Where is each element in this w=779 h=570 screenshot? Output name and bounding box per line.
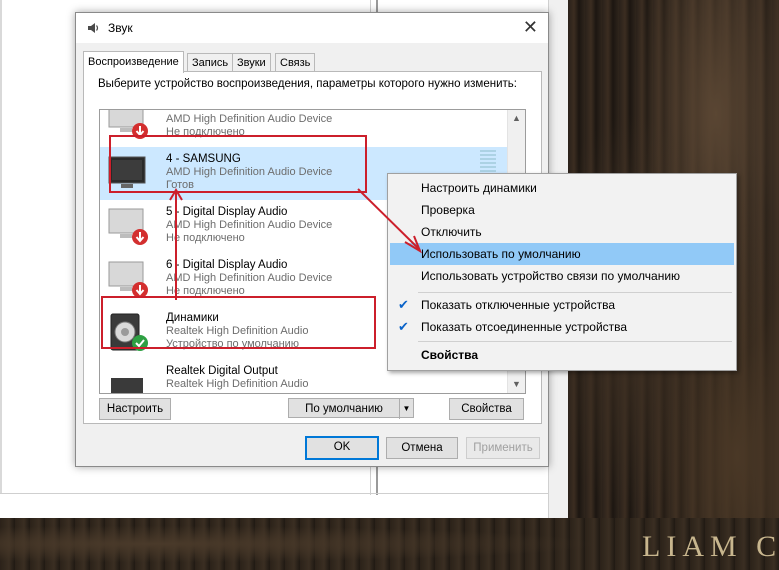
menu-item-configure-speakers[interactable]: Настроить динамики <box>390 177 734 199</box>
menu-item-properties[interactable]: Свойства <box>390 344 734 366</box>
dialog-title: Звук <box>108 21 133 35</box>
device-name: 6 - Digital Display Audio <box>166 259 288 271</box>
tab-recording[interactable]: Запись <box>187 53 234 72</box>
menu-item-label: Свойства <box>421 348 479 362</box>
cancel-button[interactable]: Отмена <box>386 437 458 459</box>
apply-button[interactable]: Применить <box>466 437 540 459</box>
checkmark-icon: ✔ <box>398 319 409 334</box>
menu-item-label: Проверка <box>421 203 475 217</box>
menu-item-set-default-communication[interactable]: Использовать устройство связи по умолчан… <box>390 265 734 287</box>
wallpaper-text: LIAM C <box>642 530 779 563</box>
background-divider-horizontal <box>0 493 568 494</box>
monitor-disconnected-icon <box>108 261 148 298</box>
set-default-label: По умолчанию <box>305 403 383 415</box>
configure-button[interactable]: Настроить <box>99 398 171 420</box>
context-menu: Настроить динамики Проверка Отключить Ис… <box>387 173 737 371</box>
menu-item-label: Показать отсоединенные устройства <box>421 320 628 334</box>
device-driver: AMD High Definition Audio Device <box>166 113 333 125</box>
highlight-box-speakers <box>101 296 376 349</box>
dialog-titlebar[interactable]: Звук ✕ <box>76 13 548 43</box>
speaker-icon <box>88 23 99 33</box>
device-name: Realtek Digital Output <box>166 365 278 377</box>
menu-item-label: Настроить динамики <box>421 181 537 195</box>
ok-button[interactable]: OK <box>305 436 379 460</box>
checkmark-icon: ✔ <box>398 297 409 312</box>
close-button[interactable]: ✕ <box>523 17 538 38</box>
scroll-down-arrow-icon[interactable]: ▼ <box>508 376 525 393</box>
monitor-disconnected-icon <box>108 208 148 245</box>
tab-playback[interactable]: Воспроизведение <box>83 51 184 73</box>
menu-separator <box>418 292 732 293</box>
device-status: Не подключено <box>166 232 245 244</box>
background-panel-edge <box>0 0 2 493</box>
device-name: 5 - Digital Display Audio <box>166 206 288 218</box>
device-driver: AMD High Definition Audio Device <box>166 219 333 231</box>
menu-item-set-default[interactable]: Использовать по умолчанию <box>390 243 734 265</box>
tab-communications[interactable]: Связь <box>275 53 316 72</box>
menu-item-disable[interactable]: Отключить <box>390 221 734 243</box>
instruction-text: Выберите устройство воспроизведения, пар… <box>98 78 517 90</box>
menu-item-label: Отключить <box>421 225 482 239</box>
highlight-box-samsung <box>109 135 367 193</box>
device-driver: AMD High Definition Audio Device <box>166 272 333 284</box>
device-driver: Realtek High Definition Audio <box>166 378 309 390</box>
tab-sounds[interactable]: Звуки <box>232 53 271 72</box>
menu-item-label: Показать отключенные устройства <box>421 298 616 312</box>
scroll-up-arrow-icon[interactable]: ▲ <box>508 110 525 127</box>
menu-item-show-disabled[interactable]: ✔ Показать отключенные устройства <box>390 294 734 316</box>
menu-item-show-disconnected[interactable]: ✔ Показать отсоединенные устройства <box>390 316 734 338</box>
menu-item-label: Использовать по умолчанию <box>421 247 581 261</box>
set-default-button[interactable]: По умолчанию ▼ <box>288 398 414 419</box>
properties-button[interactable]: Свойства <box>449 398 524 420</box>
digital-output-icon <box>111 378 143 393</box>
menu-separator <box>418 341 732 342</box>
menu-item-label: Использовать устройство связи по умолчан… <box>421 269 681 283</box>
menu-item-test[interactable]: Проверка <box>390 199 734 221</box>
set-default-dropdown-icon[interactable]: ▼ <box>399 399 413 419</box>
